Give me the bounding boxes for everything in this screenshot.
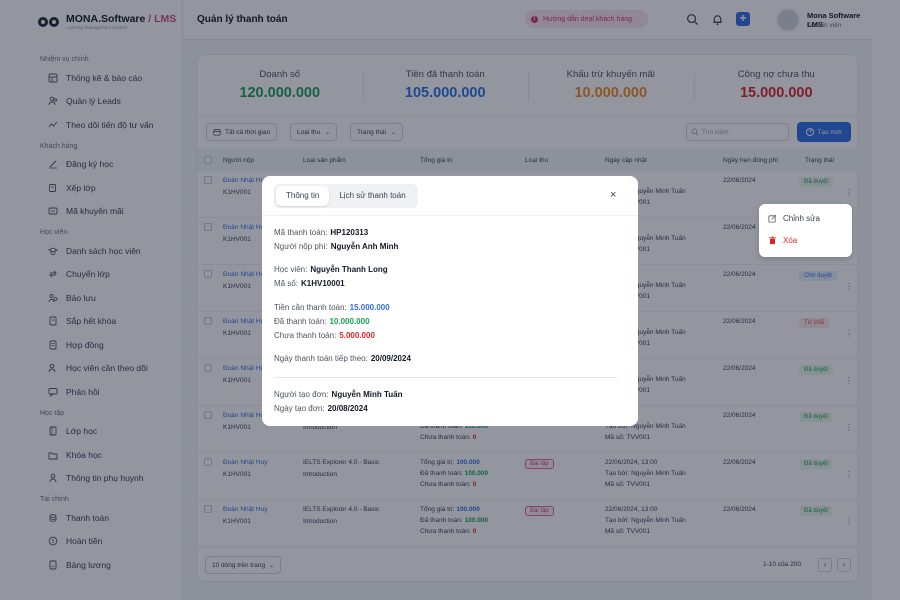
amount-unpaid-field: Chưa thanh toán: 5.000.000 bbox=[274, 331, 375, 340]
student-code-field: Mã số: K1HV10001 bbox=[274, 279, 345, 288]
edit-menu-item[interactable]: Chỉnh sửa bbox=[768, 214, 820, 223]
amount-due-value: 15.000.000 bbox=[349, 303, 390, 312]
creator-value: Nguyễn Minh Tuấn bbox=[331, 390, 403, 399]
payment-code-value: HP120313 bbox=[330, 228, 369, 237]
created-date-field: Ngày tạo đơn: 20/08/2024 bbox=[274, 404, 368, 413]
amount-paid-value: 10.000.000 bbox=[329, 317, 370, 326]
amount-paid-field: Đã thanh toán: 10.000.000 bbox=[274, 317, 370, 326]
modal-divider bbox=[262, 215, 638, 216]
delete-menu-item[interactable]: Xóa bbox=[768, 236, 797, 245]
amount-unpaid-value: 5.000.000 bbox=[339, 331, 375, 340]
trash-icon bbox=[769, 236, 776, 245]
payer-field: Người nộp phí: Nguyễn Anh Minh bbox=[274, 242, 399, 251]
student-code-value: K1HV10001 bbox=[301, 279, 345, 288]
student-value: Nguyễn Thanh Long bbox=[310, 265, 388, 274]
created-date-value: 20/08/2024 bbox=[327, 404, 368, 413]
delete-label: Xóa bbox=[783, 236, 798, 245]
creator-field: Người tạo đơn: Nguyễn Minh Tuấn bbox=[274, 390, 403, 399]
payer-value: Nguyễn Anh Minh bbox=[330, 242, 399, 251]
edit-icon bbox=[768, 214, 777, 223]
student-field: Học viên: Nguyễn Thanh Long bbox=[274, 265, 388, 274]
close-icon[interactable]: × bbox=[610, 190, 616, 201]
modal-separator bbox=[274, 377, 617, 378]
row-action-menu: Chỉnh sửa Xóa bbox=[759, 204, 852, 257]
amount-due-field: Tiền cần thanh toán: 15.000.000 bbox=[274, 303, 390, 312]
payment-detail-modal: Thông tin Lịch sử thanh toán × Mã thanh … bbox=[262, 176, 638, 426]
payment-code-field: Mã thanh toán: HP120313 bbox=[274, 228, 369, 237]
modal-tabs: Thông tin Lịch sử thanh toán bbox=[274, 184, 418, 208]
tab-payment-history[interactable]: Lịch sử thanh toán bbox=[329, 186, 415, 206]
tab-info[interactable]: Thông tin bbox=[276, 186, 330, 206]
edit-label: Chỉnh sửa bbox=[783, 214, 820, 223]
next-payment-date-field: Ngày thanh toán tiếp theo: 20/09/2024 bbox=[274, 354, 411, 363]
next-payment-date-value: 20/09/2024 bbox=[370, 354, 411, 363]
